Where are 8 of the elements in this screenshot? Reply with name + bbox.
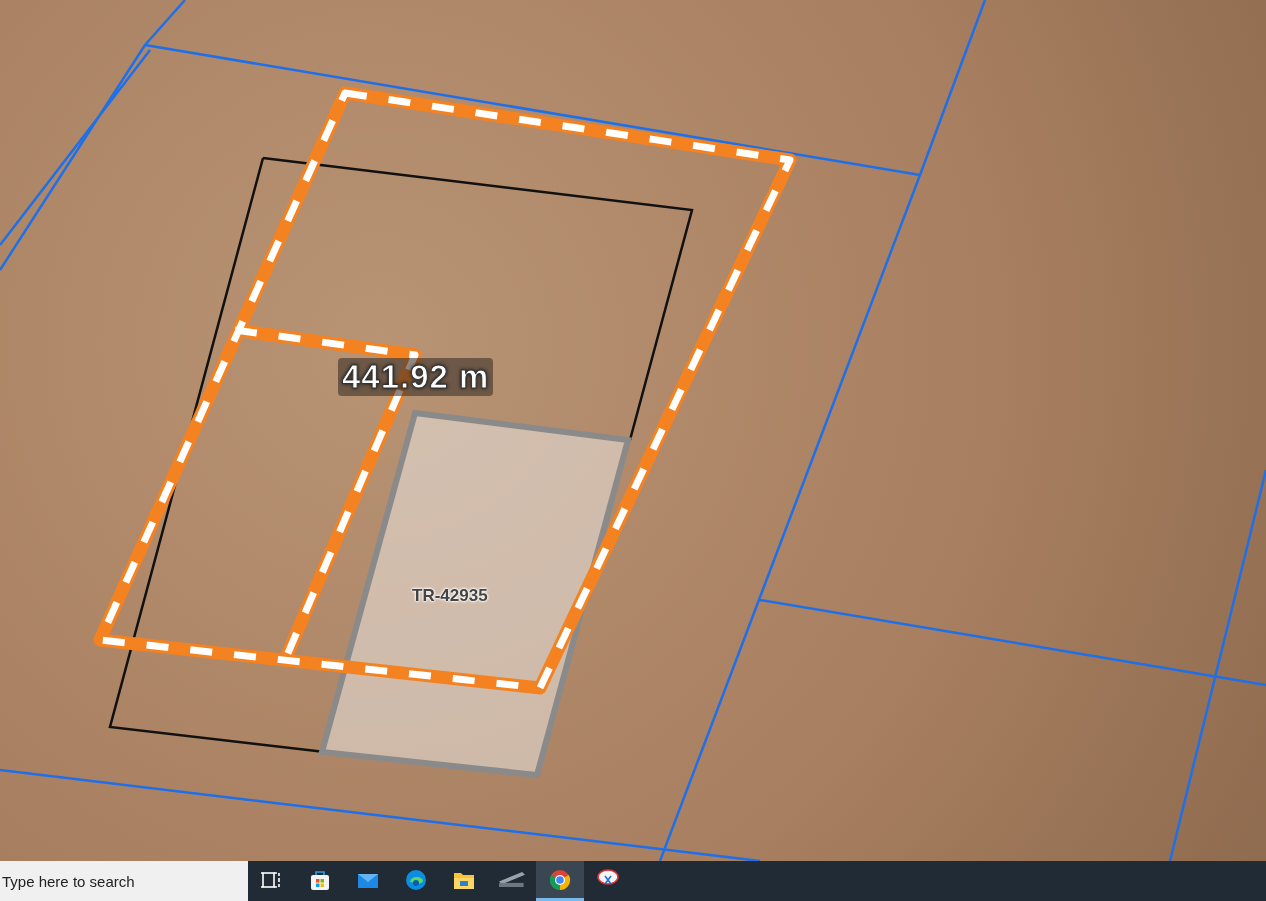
round-logo-icon	[548, 867, 572, 892]
parcel-label: TR-42935	[412, 586, 488, 606]
measurement-path[interactable]	[93, 86, 797, 695]
search-field[interactable]: Type here to search	[0, 861, 248, 901]
satellite-map[interactable]: 441.92 m TR-42935	[0, 0, 1266, 861]
swirl-icon	[404, 867, 428, 892]
measurement-label: 441.92 m	[338, 358, 494, 396]
scanner-icon	[499, 872, 525, 887]
